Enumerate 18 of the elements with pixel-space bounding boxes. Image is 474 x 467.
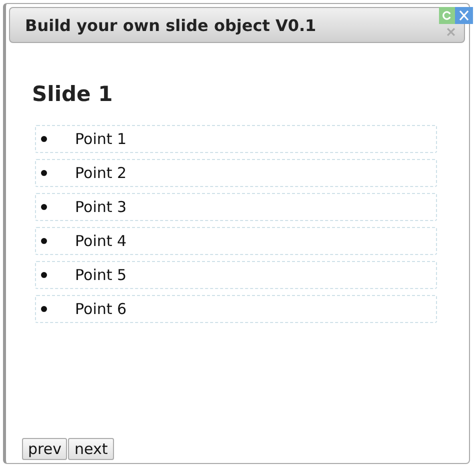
bullet-icon (41, 136, 47, 142)
point-text: Point 6 (75, 300, 127, 318)
point-text: Point 2 (75, 164, 127, 182)
point-text: Point 1 (75, 130, 127, 148)
refresh-icon[interactable] (439, 7, 455, 24)
bullet-icon (41, 238, 47, 244)
nav-button[interactable]: next (68, 438, 114, 460)
point-text: Point 5 (75, 266, 127, 284)
slide-title: Slide 1 (32, 81, 114, 107)
point-text: Point 4 (75, 232, 127, 250)
close-icon[interactable] (445, 26, 457, 38)
window-title: Build your own slide object V0.1 (25, 16, 316, 34)
nav-button[interactable]: prev (22, 438, 68, 460)
bullet-icon (41, 204, 47, 210)
point-text: Point 3 (75, 198, 127, 216)
bullet-icon (41, 306, 47, 312)
bullet-icon (41, 272, 47, 278)
bullet-icon (41, 170, 47, 176)
